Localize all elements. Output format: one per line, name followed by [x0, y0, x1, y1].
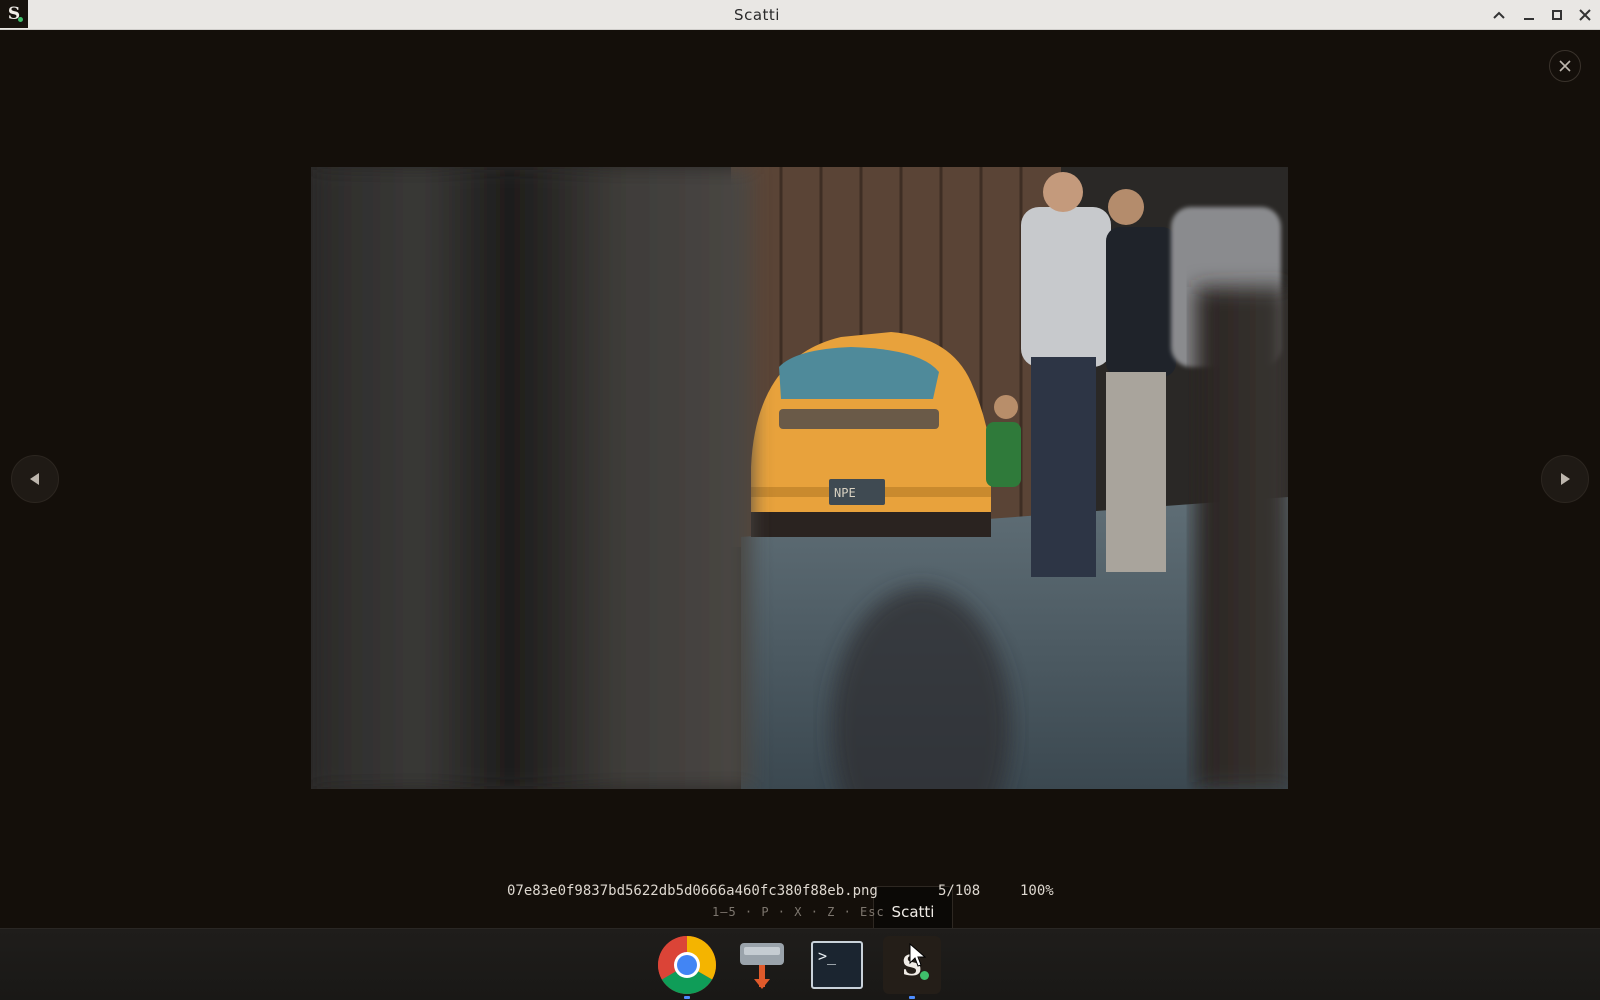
scatti-icon-dot [920, 971, 929, 980]
zoom-level: 100% [1020, 883, 1054, 899]
chevron-up-icon [1493, 11, 1505, 19]
keyboard-shortcuts-hint: 1–5 · P · X · Z · Esc [712, 905, 885, 919]
collapse-button[interactable] [1488, 4, 1510, 26]
terminal-dock-item[interactable]: >_ [807, 935, 867, 995]
next-image-button[interactable] [1541, 455, 1589, 503]
chrome-dock-item[interactable] [657, 935, 717, 999]
image-filename: 07e83e0f9837bd5622db5d0666a460fc380f88eb… [507, 883, 878, 899]
running-indicator [909, 996, 915, 999]
window-title: Scatti [734, 6, 780, 24]
triangle-left-icon [30, 473, 39, 485]
taskbar: >_ S [0, 928, 1600, 1000]
mouse-cursor-icon [909, 943, 926, 967]
previous-image-button[interactable] [11, 455, 59, 503]
svg-text:NPE: NPE [834, 486, 856, 500]
triangle-right-icon [1561, 473, 1570, 485]
photo-preview: NPE [311, 167, 1288, 789]
maximize-icon [1552, 10, 1562, 20]
maximize-button[interactable] [1546, 4, 1568, 26]
minimize-icon [1524, 18, 1534, 20]
viewer-close-button[interactable] [1549, 50, 1581, 82]
close-icon [1559, 60, 1571, 72]
photo-illustration: NPE [311, 167, 1288, 789]
chrome-icon [658, 936, 716, 994]
minimize-button[interactable] [1518, 4, 1540, 26]
terminal-prompt: >_ [818, 947, 837, 965]
terminal-icon: >_ [811, 941, 863, 989]
image-viewer: NPE Scatti [0, 30, 1600, 938]
image-counter: 5/108 [938, 883, 981, 899]
installer-dock-item[interactable] [732, 935, 792, 995]
window-close-button[interactable] [1574, 4, 1596, 26]
title-bar: S Scatti [0, 0, 1600, 30]
installer-icon [740, 943, 784, 989]
close-icon [1579, 9, 1591, 21]
running-indicator [684, 996, 690, 999]
